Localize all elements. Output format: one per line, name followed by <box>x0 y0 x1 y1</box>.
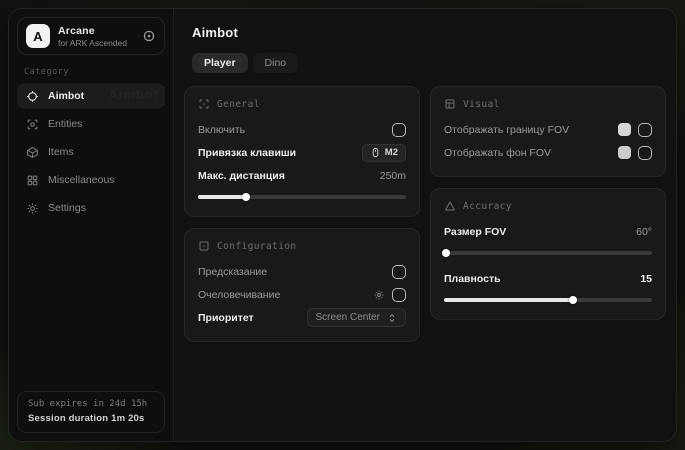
brand-name: Arcane <box>58 25 134 37</box>
brand-logo: A <box>26 24 50 48</box>
fov-border-checkbox[interactable] <box>638 123 652 137</box>
priority-select[interactable]: Screen Center <box>307 308 406 327</box>
slider-thumb[interactable] <box>242 193 250 201</box>
panel-title: Configuration <box>217 241 297 252</box>
panel-title: Accuracy <box>463 201 512 212</box>
tab-bar: Player Dino <box>192 53 666 73</box>
slider-thumb[interactable] <box>569 296 577 304</box>
gear-icon <box>26 202 39 215</box>
crosshair-icon <box>26 90 39 103</box>
smoothness-slider[interactable] <box>444 294 652 306</box>
fov-background-label: Отображать фон FOV <box>444 147 551 159</box>
keybind-button[interactable]: M2 <box>362 144 406 162</box>
humanization-label: Очеловечивание <box>198 289 280 301</box>
max-distance-label: Макс. дистанция <box>198 170 285 182</box>
sidebar-nav: Aimbot Aimbot Entities Items <box>17 83 165 221</box>
fov-size-label: Размер FOV <box>444 226 506 238</box>
sidebar-item-entities[interactable]: Entities <box>17 111 165 137</box>
tab-dino[interactable]: Dino <box>253 53 299 73</box>
sidebar-item-miscellaneous[interactable]: Miscellaneous <box>17 167 165 193</box>
configuration-icon <box>198 240 210 252</box>
sidebar-item-label: Miscellaneous <box>48 174 115 186</box>
mouse-icon <box>370 147 381 158</box>
row-keybind: Привязка клавиши M2 <box>198 142 406 163</box>
unfold-icon <box>387 313 397 323</box>
priority-label: Приоритет <box>198 312 254 324</box>
fov-size-value: 60° <box>636 226 652 238</box>
sidebar-item-settings[interactable]: Settings <box>17 195 165 221</box>
panel-configuration: Configuration Предсказание Очеловечивани… <box>184 228 420 342</box>
panel-title: General <box>217 99 260 110</box>
row-smoothness: Плавность 15 <box>444 268 652 289</box>
focus-icon <box>198 98 210 110</box>
max-distance-value: 250m <box>380 170 406 182</box>
brand-card: A Arcane for ARK Ascended <box>17 17 165 55</box>
layout-icon <box>444 98 456 110</box>
sidebar-item-aimbot[interactable]: Aimbot Aimbot <box>17 83 165 109</box>
row-fov-background: Отображать фон FOV <box>444 142 652 163</box>
tab-player[interactable]: Player <box>192 53 248 73</box>
row-max-distance: Макс. дистанция 250m <box>198 165 406 186</box>
page-title: Aimbot <box>192 25 666 40</box>
session-info: Sub expires in 24d 15h Session duration … <box>17 391 165 433</box>
smoothness-value: 15 <box>640 273 652 285</box>
prediction-checkbox[interactable] <box>392 265 406 279</box>
app-window: A Arcane for ARK Ascended Category <box>8 8 677 442</box>
keybind-label: Привязка клавиши <box>198 147 296 159</box>
main-content: Aimbot Player Dino General <box>174 9 676 441</box>
panel-title: Visual <box>463 99 500 110</box>
category-label: Category <box>24 67 165 77</box>
aperture-icon[interactable] <box>142 29 156 43</box>
triangle-icon <box>444 200 456 212</box>
enable-checkbox[interactable] <box>392 123 406 137</box>
brand-subtitle: for ARK Ascended <box>58 38 134 48</box>
fov-border-label: Отображать границу FOV <box>444 124 569 136</box>
priority-value: Screen Center <box>316 312 380 323</box>
fov-background-checkbox[interactable] <box>638 146 652 160</box>
prediction-label: Предсказание <box>198 266 267 278</box>
row-humanization: Очеловечивание <box>198 284 406 305</box>
scan-icon <box>26 118 39 131</box>
panel-general: General Включить Привязка клавиши <box>184 86 420 217</box>
row-fov-size: Размер FOV 60° <box>444 221 652 242</box>
smoothness-label: Плавность <box>444 273 501 285</box>
sidebar-item-label: Aimbot <box>48 90 84 102</box>
fov-size-slider[interactable] <box>444 247 652 259</box>
row-enable: Включить <box>198 119 406 140</box>
nav-watermark: Aimbot <box>108 87 159 102</box>
fov-border-color-swatch[interactable] <box>618 123 631 136</box>
sidebar-item-label: Entities <box>48 118 82 130</box>
keybind-value: M2 <box>385 147 398 158</box>
sidebar-item-label: Settings <box>48 202 86 214</box>
enable-label: Включить <box>198 124 245 136</box>
row-prediction: Предсказание <box>198 261 406 282</box>
sidebar-item-items[interactable]: Items <box>17 139 165 165</box>
max-distance-slider[interactable] <box>198 191 406 203</box>
humanization-checkbox[interactable] <box>392 288 406 302</box>
sub-expires: Sub expires in 24d 15h <box>28 399 154 409</box>
humanization-settings-icon[interactable] <box>373 289 385 301</box>
panel-accuracy: Accuracy Размер FOV 60° <box>430 188 666 320</box>
sidebar: A Arcane for ARK Ascended Category <box>9 9 174 441</box>
slider-thumb[interactable] <box>442 249 450 257</box>
fov-background-color-swatch[interactable] <box>618 146 631 159</box>
row-priority: Приоритет Screen Center <box>198 307 406 328</box>
grid-icon <box>26 174 39 187</box>
panel-visual: Visual Отображать границу FOV Отображать… <box>430 86 666 177</box>
sidebar-item-label: Items <box>48 146 74 158</box>
session-duration: Session duration 1m 20s <box>28 413 154 424</box>
package-icon <box>26 146 39 159</box>
row-fov-border: Отображать границу FOV <box>444 119 652 140</box>
